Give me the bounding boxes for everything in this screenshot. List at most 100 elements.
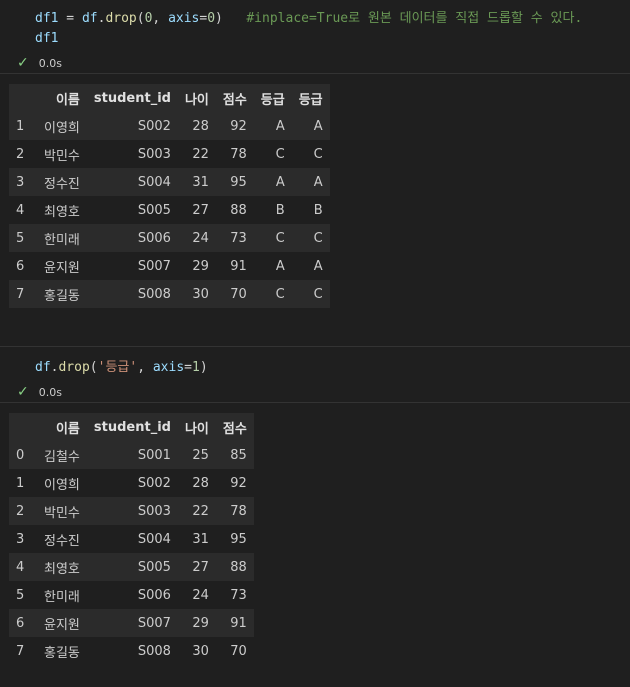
table-row: 2 박민수 S003 22 78 C C (9, 140, 330, 168)
column-header (9, 84, 37, 112)
table-cell: 78 (215, 497, 254, 525)
table-row: 4 최영호 S005 27 88 B B (9, 196, 330, 224)
table-cell: S006 (86, 224, 178, 252)
table-cell: S004 (86, 168, 178, 196)
table-cell: C (253, 224, 292, 252)
execution-time: 0.0s (38, 57, 62, 70)
code-token: drop (105, 11, 137, 26)
table-cell: 25 (177, 441, 216, 469)
dataframe-output-2: 이름 student_id 나이 점수 0 김철수 S001 25 85 1 이영희 S00… (9, 413, 254, 665)
row-index: 2 (9, 140, 37, 168)
table-cell: C (291, 280, 330, 308)
table-cell: 최영호 (37, 196, 87, 224)
table-cell: 윤지원 (37, 252, 87, 280)
table-cell: 70 (215, 280, 254, 308)
table-cell: 한미래 (37, 581, 87, 609)
table-cell: A (291, 252, 330, 280)
row-index: 1 (9, 469, 37, 497)
table-header-row: 이름 student_id 나이 점수 (9, 413, 254, 441)
execution-time: 0.0s (38, 386, 62, 399)
table-cell: 91 (215, 609, 254, 637)
table-cell: S001 (86, 441, 178, 469)
row-index: 2 (9, 497, 37, 525)
row-index: 7 (9, 637, 37, 665)
code-token: ( (136, 11, 145, 26)
cell-2-output-divider (0, 402, 630, 403)
table-cell: 92 (215, 469, 254, 497)
table-cell: C (253, 280, 292, 308)
table-cell: 85 (215, 441, 254, 469)
column-header: student_id (86, 84, 178, 112)
code-token: ( (89, 360, 98, 375)
code-cell-2-line-1[interactable]: df.drop('등급', axis=1) (35, 358, 208, 378)
code-token: , (152, 11, 169, 26)
table-cell: 김철수 (37, 441, 87, 469)
code-token: df (81, 11, 98, 26)
code-cell-1-line-2[interactable]: df1 (35, 29, 58, 49)
table-cell: S008 (86, 637, 178, 665)
table-cell: 22 (177, 497, 216, 525)
row-index: 1 (9, 112, 37, 140)
code-token: 0 (207, 11, 216, 26)
table-row: 5 한미래 S006 24 73 C C (9, 224, 330, 252)
table-cell: 78 (215, 140, 254, 168)
table-header-row: 이름 student_id 나이 점수 등급 등급 (9, 84, 330, 112)
table-cell: 27 (177, 553, 216, 581)
row-index: 3 (9, 168, 37, 196)
table-cell: 70 (215, 637, 254, 665)
table-cell: 31 (177, 168, 216, 196)
table-cell: 30 (177, 637, 216, 665)
table-cell: 95 (215, 525, 254, 553)
code-token: drop (58, 360, 90, 375)
column-header: 등급 (291, 84, 330, 112)
table-cell: 88 (215, 196, 254, 224)
code-token: = (184, 360, 192, 375)
table-cell: 정수진 (37, 525, 87, 553)
table-row: 7 홍길동 S008 30 70 (9, 637, 254, 665)
code-token: , (137, 360, 153, 375)
table-cell: S008 (86, 280, 178, 308)
table-row: 6 윤지원 S007 29 91 (9, 609, 254, 637)
table-cell: C (253, 140, 292, 168)
table-cell: A (291, 112, 330, 140)
table-cell: 홍길동 (37, 637, 87, 665)
row-index: 4 (9, 553, 37, 581)
table-cell: 95 (215, 168, 254, 196)
row-index: 0 (9, 441, 37, 469)
code-cell-1-line-1[interactable]: df1 = df.drop(0, axis=0) #inplace=True로 … (35, 9, 582, 29)
table-cell: S002 (86, 469, 178, 497)
code-token: axis (152, 360, 185, 375)
code-token: = (58, 11, 82, 26)
table-row: 6 윤지원 S007 29 91 A A (9, 252, 330, 280)
code-token: axis (168, 11, 200, 26)
table-cell: 91 (215, 252, 254, 280)
cell-2-status: ✓ 0.0s (17, 384, 62, 400)
column-header: 나이 (177, 413, 216, 441)
table-cell: A (253, 252, 292, 280)
code-token: df (35, 360, 51, 375)
row-index: 4 (9, 196, 37, 224)
table-cell: C (291, 140, 330, 168)
table-cell: B (253, 196, 292, 224)
table-cell: 29 (177, 252, 216, 280)
cell-2-top-divider (0, 346, 630, 347)
table-cell: A (253, 112, 292, 140)
table-row: 3 정수진 S004 31 95 A A (9, 168, 330, 196)
code-token: ) (215, 11, 223, 26)
table-cell: 22 (177, 140, 216, 168)
row-index: 7 (9, 280, 37, 308)
table-cell: S005 (86, 196, 178, 224)
table-cell: S007 (86, 609, 178, 637)
table-cell: 최영호 (37, 553, 87, 581)
table-cell: S006 (86, 581, 178, 609)
table-cell: S003 (86, 497, 178, 525)
table-cell: S007 (86, 252, 178, 280)
table-cell: 24 (177, 581, 216, 609)
dataframe-output-1: 이름 student_id 나이 점수 등급 등급 1 이영희 S002 28 92 A A… (9, 84, 330, 308)
column-header: 점수 (215, 413, 254, 441)
code-token: 1 (192, 360, 200, 375)
table-cell: 이영희 (37, 112, 87, 140)
table-cell: 윤지원 (37, 609, 87, 637)
code-comment: #inplace=True로 원본 데이터를 직접 드롭할 수 있다. (246, 11, 583, 26)
table-cell: 73 (215, 224, 254, 252)
